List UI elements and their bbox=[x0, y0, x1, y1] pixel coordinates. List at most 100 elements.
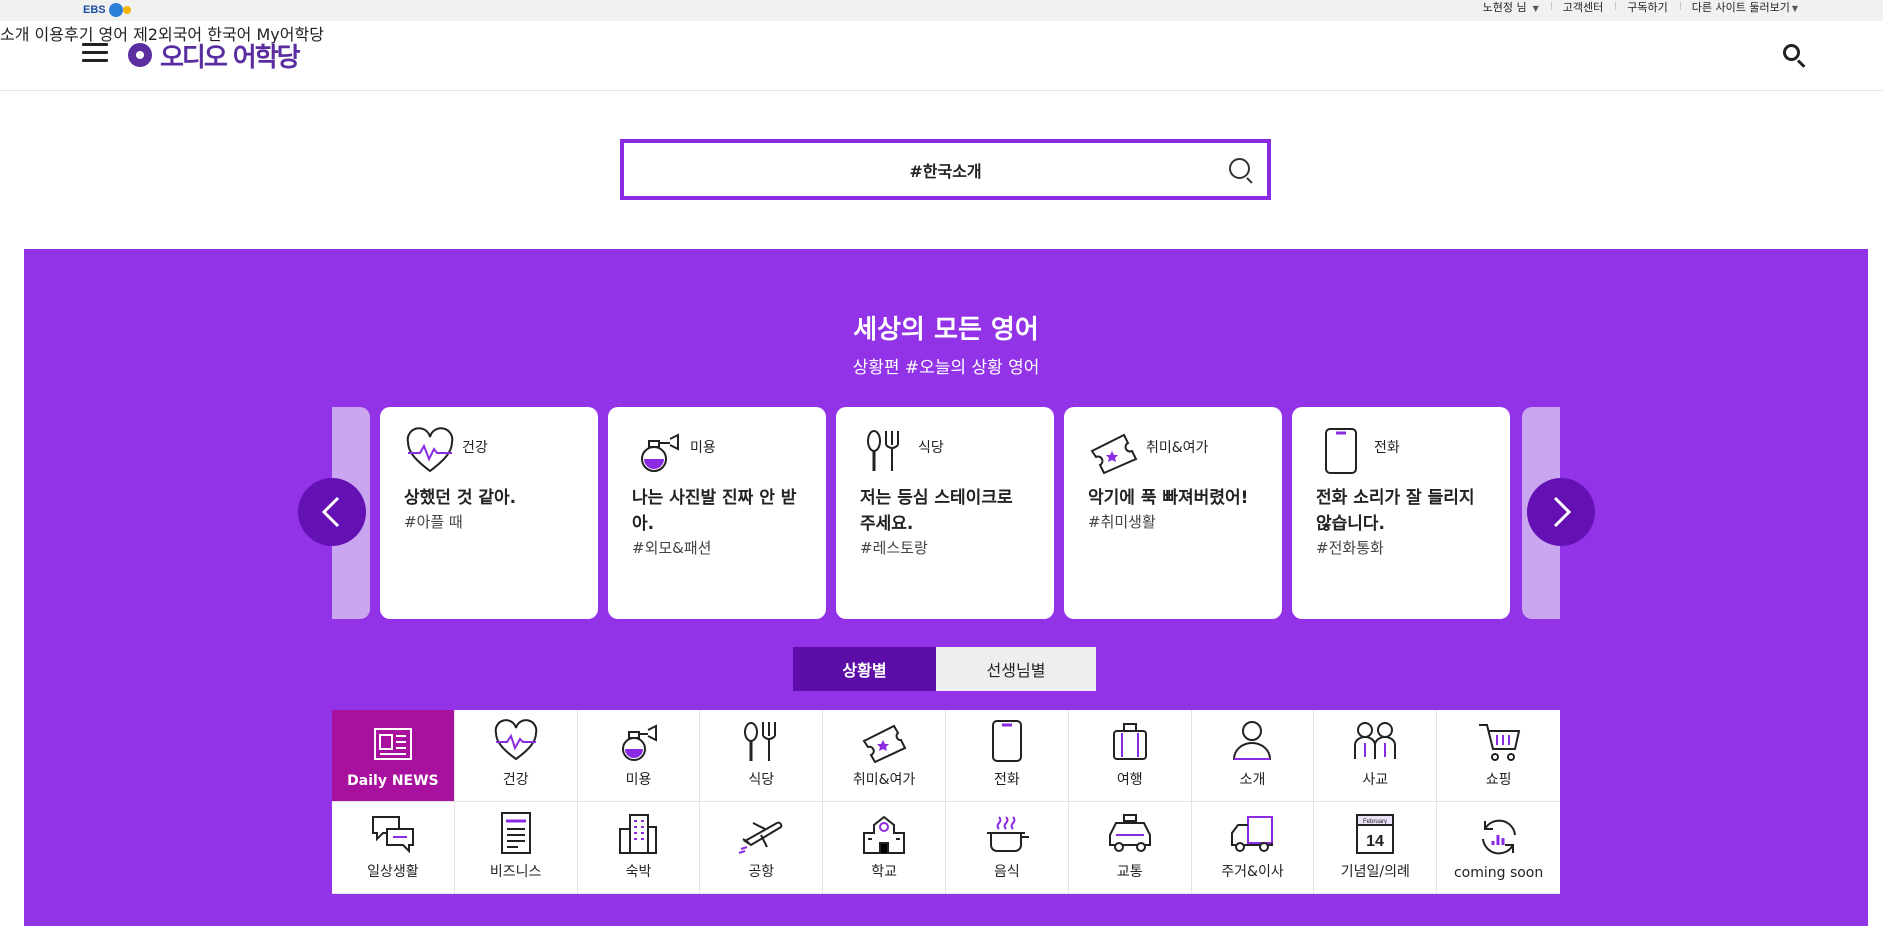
card-category: 식당 bbox=[918, 440, 944, 456]
category-label: 기념일/의례 bbox=[1340, 864, 1410, 880]
caret-down-icon: ▼ bbox=[1791, 4, 1798, 13]
category-introduction[interactable]: 소개 bbox=[1191, 710, 1315, 802]
card-phrase: 저는 등심 스테이크로 주세요. bbox=[860, 488, 1013, 534]
user-name: 노현정 님 bbox=[1482, 1, 1527, 14]
category-social[interactable]: 사교 bbox=[1314, 710, 1438, 802]
menu-icon[interactable] bbox=[82, 43, 108, 63]
carousel-prev-button[interactable] bbox=[298, 478, 366, 546]
category-restaurant[interactable]: 식당 bbox=[700, 710, 824, 802]
utility-bar: EBS 노현정 님 ▼ 고객센터 구독하기 다른 사이트 둘러보기 ▼ bbox=[0, 0, 1883, 21]
category-label: 미용 bbox=[625, 772, 652, 788]
carousel-card[interactable]: 식당 저는 등심 스테이크로 주세요. #레스토랑 bbox=[836, 407, 1054, 619]
category-label: 여행 bbox=[1116, 772, 1143, 788]
category-label: 교통 bbox=[1116, 864, 1143, 880]
ebs-logo-text: EBS bbox=[83, 4, 106, 16]
category-label: 주거&이사 bbox=[1221, 864, 1284, 880]
ticket-icon bbox=[862, 724, 907, 763]
category-housing[interactable]: 주거&이사 bbox=[1191, 802, 1315, 894]
utility-links: 노현정 님 ▼ 고객센터 구독하기 다른 사이트 둘러보기 ▼ bbox=[1471, 0, 1810, 14]
phrase-carousel: 건강 상했던 것 같아. #아플 때 미용 나는 사진발 진짜 안 받아. #외… bbox=[332, 407, 1560, 619]
category-label: 건강 bbox=[502, 772, 529, 788]
search-icon[interactable] bbox=[1227, 156, 1255, 184]
refresh-icon bbox=[1481, 819, 1516, 855]
category-business[interactable]: 비즈니스 bbox=[454, 802, 578, 894]
category-label: 쇼핑 bbox=[1485, 772, 1512, 788]
ebs-logo[interactable]: EBS bbox=[83, 1, 131, 19]
pot-icon bbox=[986, 816, 1029, 852]
building-icon bbox=[619, 814, 658, 854]
brand-logo[interactable]: 오디오 어학당 bbox=[126, 37, 301, 73]
document-icon bbox=[500, 812, 531, 854]
card-tag: #레스토랑 bbox=[860, 539, 928, 557]
ebs-mark-icon bbox=[108, 3, 131, 17]
chat-icon bbox=[371, 816, 414, 854]
tab-teacher[interactable]: 선생님별 bbox=[936, 647, 1096, 691]
card-phrase: 상했던 것 같아. bbox=[404, 488, 517, 508]
carousel-next-button[interactable] bbox=[1527, 478, 1595, 546]
newspaper-icon bbox=[373, 728, 412, 760]
card-tag: #취미생활 bbox=[1088, 513, 1156, 531]
category-label: Daily NEWS bbox=[347, 773, 439, 789]
card-category: 건강 bbox=[462, 440, 488, 456]
caret-down-icon: ▼ bbox=[1532, 4, 1539, 13]
nav-english[interactable]: 영어 bbox=[99, 25, 128, 44]
category-label: 식당 bbox=[748, 772, 775, 788]
subscribe-link[interactable]: 구독하기 bbox=[1615, 0, 1679, 15]
brand-name: 오디오 어학당 bbox=[160, 42, 301, 73]
category-label: 소개 bbox=[1239, 772, 1266, 788]
category-label: 비즈니스 bbox=[489, 864, 542, 880]
carousel-card[interactable]: 미용 나는 사진발 진짜 안 받아. #외모&패션 bbox=[608, 407, 826, 619]
category-daily-life[interactable]: 일상생활 bbox=[332, 802, 455, 894]
header-search-icon[interactable] bbox=[1782, 43, 1806, 68]
perfume-icon bbox=[641, 433, 679, 472]
other-sites-dropdown[interactable]: 다른 사이트 둘러보기 ▼ bbox=[1679, 0, 1810, 15]
suitcase-icon bbox=[1112, 723, 1147, 760]
category-school[interactable]: 학교 bbox=[823, 802, 946, 894]
category-lodging[interactable]: 숙박 bbox=[577, 802, 701, 894]
card-category: 취미&여가 bbox=[1146, 440, 1209, 456]
category-label: 공항 bbox=[748, 864, 775, 880]
category-shopping[interactable]: 쇼핑 bbox=[1437, 710, 1560, 802]
chevron-right-icon bbox=[1553, 496, 1572, 528]
nav-reviews[interactable]: 이용후기 bbox=[35, 25, 94, 44]
carousel-card[interactable]: 건강 상했던 것 같아. #아플 때 bbox=[380, 407, 598, 619]
category-travel[interactable]: 여행 bbox=[1068, 710, 1192, 802]
category-food[interactable]: 음식 bbox=[946, 802, 1069, 894]
utensils-icon bbox=[867, 430, 899, 471]
heart-pulse-icon bbox=[406, 427, 454, 473]
category-label: 숙박 bbox=[625, 864, 652, 880]
category-hobby[interactable]: 취미&여가 bbox=[823, 710, 946, 802]
category-anniversary[interactable]: February 14 기념일/의례 bbox=[1314, 802, 1438, 894]
category-label: 음식 bbox=[994, 864, 1020, 880]
category-transportation[interactable]: 교통 bbox=[1068, 802, 1192, 894]
search-input[interactable] bbox=[624, 143, 1267, 196]
tab-situation[interactable]: 상황별 bbox=[793, 647, 936, 691]
category-phone[interactable]: 전화 bbox=[946, 710, 1069, 802]
category-coming-soon[interactable]: coming soon bbox=[1437, 802, 1560, 894]
category-grid: Daily NEWS 건강 미용 식당 취미&여가 전화 여행 소개 사교 쇼핑… bbox=[332, 710, 1560, 894]
category-beauty[interactable]: 미용 bbox=[577, 710, 701, 802]
customer-center-link[interactable]: 고객센터 bbox=[1550, 0, 1615, 15]
carousel-card[interactable]: 취미&여가 악기에 푹 빠져버렸어! #취미생활 bbox=[1064, 407, 1282, 619]
carousel-card[interactable]: 전화 전화 소리가 잘 들리지 않습니다. #전화통화 bbox=[1292, 407, 1510, 619]
calendar-day: 14 bbox=[1366, 833, 1384, 850]
card-tag: #아플 때 bbox=[404, 513, 463, 531]
phone-icon bbox=[991, 720, 1022, 762]
category-daily-news[interactable]: Daily NEWS bbox=[332, 710, 455, 802]
airplane-icon bbox=[738, 821, 783, 854]
category-health[interactable]: 건강 bbox=[454, 710, 578, 802]
perfume-icon bbox=[622, 724, 658, 761]
truck-icon bbox=[1231, 816, 1274, 852]
category-airport[interactable]: 공항 bbox=[700, 802, 824, 894]
user-menu[interactable]: 노현정 님 ▼ bbox=[1471, 0, 1551, 15]
nav-about[interactable]: 소개 bbox=[0, 25, 29, 44]
school-icon bbox=[863, 815, 906, 854]
category-label: 사교 bbox=[1362, 772, 1389, 788]
search-box bbox=[620, 139, 1271, 200]
card-tag: #외모&패션 bbox=[632, 539, 712, 557]
card-tag: #전화통화 bbox=[1316, 539, 1384, 557]
situation-english-section: 세상의 모든 영어 상황편 #오늘의 상황 영어 건강 상했던 것 같아. #아… bbox=[24, 249, 1868, 926]
category-label: 학교 bbox=[871, 864, 897, 880]
card-category: 미용 bbox=[690, 440, 716, 456]
brand-mark-icon bbox=[126, 40, 156, 70]
